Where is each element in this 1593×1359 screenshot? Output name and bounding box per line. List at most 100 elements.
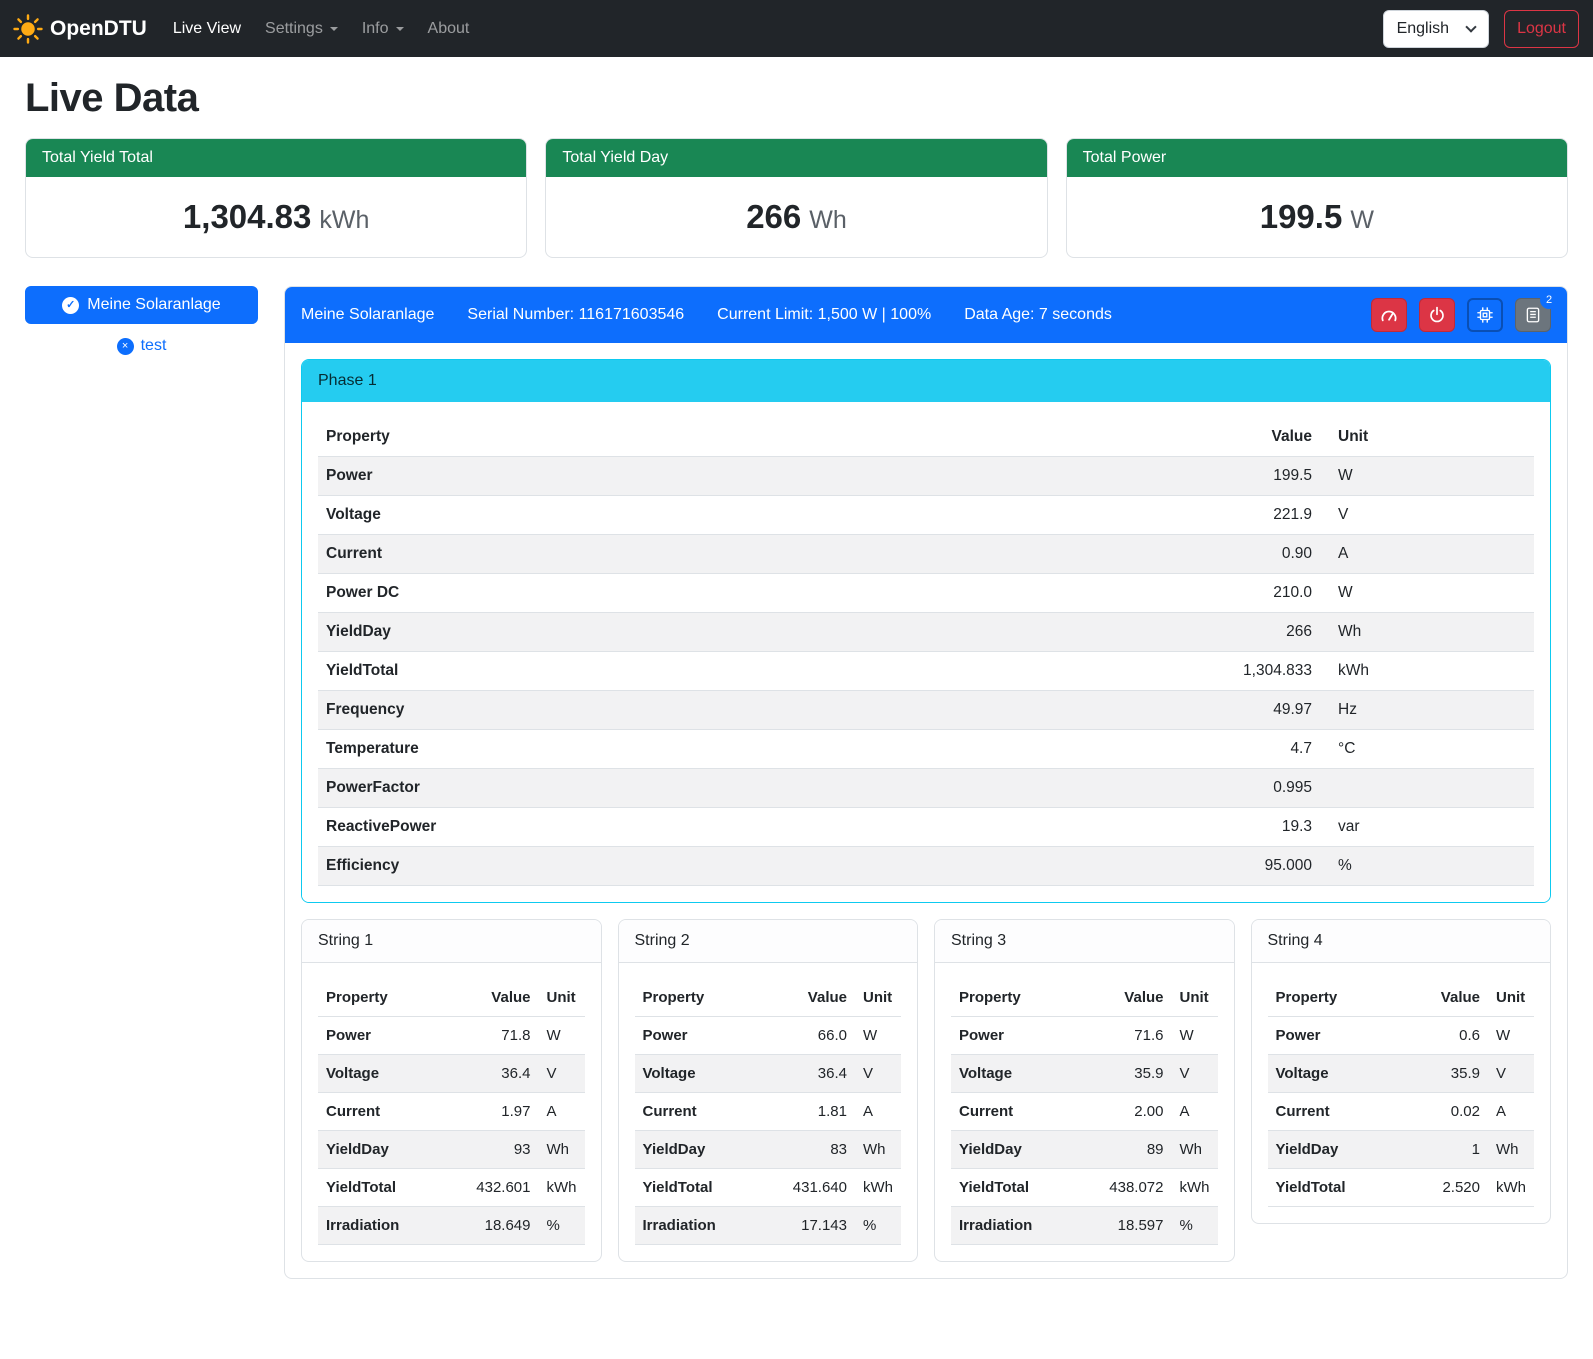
nav-item-live-view[interactable]: Live View — [161, 12, 253, 46]
summary-cards-row: Total Yield Total1,304.83kWhTotal Yield … — [25, 138, 1568, 258]
language-select-value: English — [1397, 20, 1449, 38]
property-cell: Power — [951, 1017, 1074, 1055]
unit-cell: % — [539, 1207, 585, 1245]
property-cell: Voltage — [635, 1055, 758, 1093]
table-row: Current1.97A — [318, 1093, 585, 1131]
unit-cell: kWh — [855, 1169, 901, 1207]
summary-value: 199.5 — [1260, 198, 1343, 235]
value-cell: 36.4 — [441, 1055, 538, 1093]
property-cell: Temperature — [318, 730, 917, 769]
inverter-select-button[interactable]: ✓ Meine Solaranlage — [25, 286, 258, 324]
summary-card-title: Total Yield Total — [26, 139, 526, 177]
unit-cell: A — [1488, 1093, 1534, 1131]
table-row: Frequency49.97Hz — [318, 691, 1534, 730]
power-toggle-button[interactable] — [1419, 298, 1455, 332]
summary-card-title: Total Power — [1067, 139, 1567, 177]
nav-item-about[interactable]: About — [416, 12, 482, 46]
sun-logo-icon — [13, 14, 43, 44]
property-cell: YieldDay — [318, 613, 917, 652]
table-row: YieldTotal432.601kWh — [318, 1169, 585, 1207]
property-cell: Irradiation — [635, 1207, 758, 1245]
inverter-panel-header: Meine Solaranlage Serial Number: 1161716… — [285, 287, 1567, 343]
column-header-property: Property — [1268, 979, 1402, 1017]
unit-cell: A — [855, 1093, 901, 1131]
value-cell: 0.6 — [1402, 1017, 1488, 1055]
value-cell: 4.7 — [917, 730, 1320, 769]
property-cell: Power DC — [318, 574, 917, 613]
unit-cell: V — [1320, 496, 1534, 535]
body-row: ✓ Meine Solaranlage × test Meine Solaran… — [25, 286, 1568, 1279]
table-row: YieldDay89Wh — [951, 1131, 1218, 1169]
table-row: Power199.5W — [318, 457, 1534, 496]
inverter-sidebar: ✓ Meine Solaranlage × test — [25, 286, 258, 355]
table-row: Power DC210.0W — [318, 574, 1534, 613]
property-cell: YieldTotal — [1268, 1169, 1402, 1207]
column-header-value: Value — [758, 979, 855, 1017]
unit-cell: kWh — [1488, 1169, 1534, 1207]
table-row: YieldDay93Wh — [318, 1131, 585, 1169]
table-row: Voltage221.9V — [318, 496, 1534, 535]
phase-card-body: Property Value Unit Power199.5WVoltage22… — [302, 402, 1550, 902]
column-header-property: Property — [635, 979, 758, 1017]
table-header-row: PropertyValueUnit — [1268, 979, 1535, 1017]
inverter-panel-body: Phase 1 Property Value Unit Power199.5WV… — [285, 343, 1567, 1278]
value-cell: 95.000 — [917, 847, 1320, 886]
inverter-panel: Meine Solaranlage Serial Number: 1161716… — [284, 286, 1568, 1279]
column-header-unit: Unit — [1320, 418, 1534, 457]
unit-cell: W — [1320, 457, 1534, 496]
value-cell: 71.8 — [441, 1017, 538, 1055]
nav-item-info[interactable]: Info — [350, 12, 416, 46]
inverter-select-label: Meine Solaranlage — [87, 296, 220, 314]
table-row: Temperature4.7°C — [318, 730, 1534, 769]
table-row: Current0.90A — [318, 535, 1534, 574]
property-cell: Efficiency — [318, 847, 917, 886]
inverter-data-age: Data Age: 7 seconds — [964, 306, 1112, 324]
property-cell: Irradiation — [951, 1207, 1074, 1245]
brand-name: OpenDTU — [50, 17, 147, 41]
phase-table: Property Value Unit Power199.5WVoltage22… — [318, 418, 1534, 886]
table-row: Irradiation18.649% — [318, 1207, 585, 1245]
unit-cell: Wh — [539, 1131, 585, 1169]
limit-settings-button[interactable] — [1371, 298, 1407, 332]
string-table-body: Power0.6WVoltage35.9VCurrent0.02AYieldDa… — [1268, 1017, 1535, 1207]
value-cell: 2.520 — [1402, 1169, 1488, 1207]
table-row: PowerFactor0.995 — [318, 769, 1534, 808]
table-row: YieldTotal438.072kWh — [951, 1169, 1218, 1207]
value-cell: 35.9 — [1074, 1055, 1171, 1093]
value-cell: 71.6 — [1074, 1017, 1171, 1055]
journal-icon — [1524, 306, 1542, 324]
unit-cell: kWh — [539, 1169, 585, 1207]
summary-card-2: Total Yield Day266Wh — [545, 138, 1047, 258]
table-header-row: PropertyValueUnit — [318, 979, 585, 1017]
brand[interactable]: OpenDTU — [13, 14, 147, 44]
check-circle-icon: ✓ — [62, 297, 79, 314]
column-header-value: Value — [441, 979, 538, 1017]
summary-card-title: Total Yield Day — [546, 139, 1046, 177]
nav-item-settings[interactable]: Settings — [253, 12, 350, 46]
string-table: PropertyValueUnitPower66.0WVoltage36.4VC… — [635, 979, 902, 1245]
device-info-button[interactable] — [1467, 298, 1503, 332]
value-cell: 431.640 — [758, 1169, 855, 1207]
table-header-row: Property Value Unit — [318, 418, 1534, 457]
column-header-unit: Unit — [1172, 979, 1218, 1017]
property-cell: Frequency — [318, 691, 917, 730]
language-select[interactable]: English — [1383, 10, 1489, 48]
power-icon — [1428, 306, 1446, 324]
property-cell: Voltage — [318, 1055, 441, 1093]
string-card-body: PropertyValueUnitPower71.8WVoltage36.4VC… — [302, 963, 601, 1261]
property-cell: Voltage — [951, 1055, 1074, 1093]
inverter-limit: Current Limit: 1,500 W | 100% — [717, 306, 931, 324]
unit-cell: Wh — [1320, 613, 1534, 652]
string-card-4: String 4PropertyValueUnitPower0.6WVoltag… — [1251, 919, 1552, 1224]
logout-button[interactable]: Logout — [1504, 10, 1579, 48]
column-header-value: Value — [1074, 979, 1171, 1017]
property-cell: YieldTotal — [635, 1169, 758, 1207]
filter-chip-test[interactable]: × test — [25, 337, 258, 355]
event-count-badge: 2 — [1540, 291, 1558, 309]
value-cell: 266 — [917, 613, 1320, 652]
summary-card-body: 1,304.83kWh — [26, 177, 526, 257]
string-card-2: String 2PropertyValueUnitPower66.0WVolta… — [618, 919, 919, 1262]
event-log-button[interactable]: 2 — [1515, 298, 1551, 332]
unit-cell: V — [539, 1055, 585, 1093]
unit-cell: Wh — [855, 1131, 901, 1169]
